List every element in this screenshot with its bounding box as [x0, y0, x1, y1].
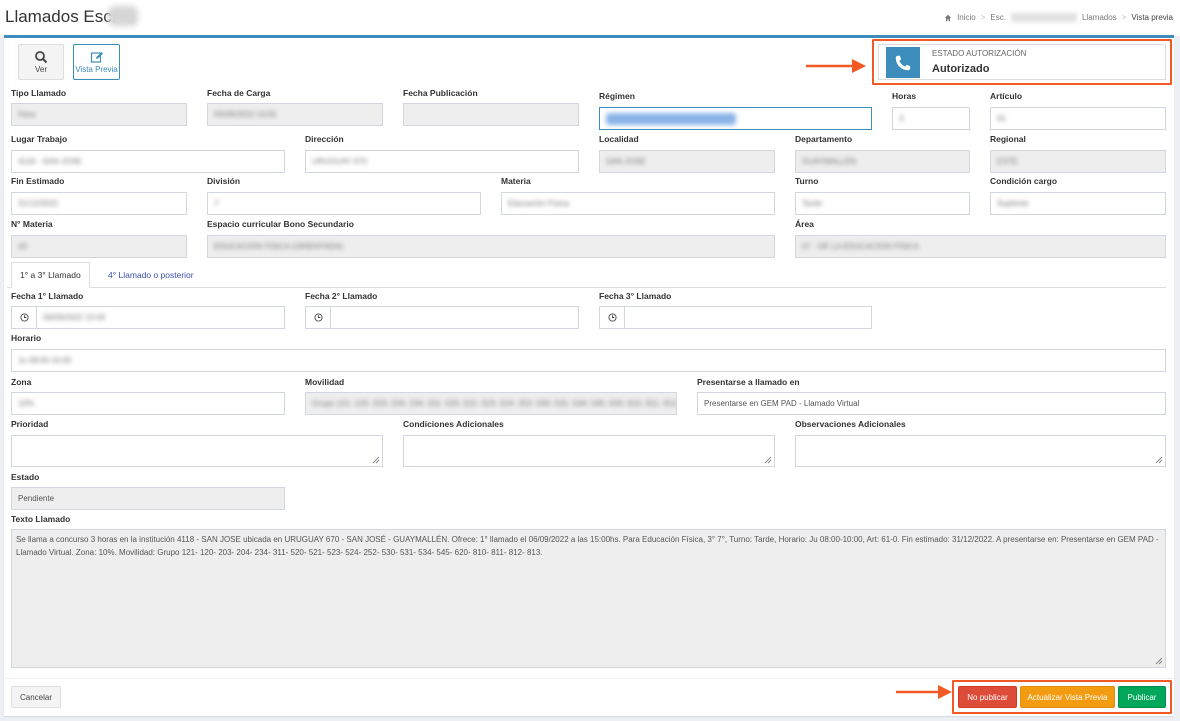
localidad-field: SAN JOSÉ: [599, 150, 775, 173]
fin-estimado-label: Fin Estimado: [11, 176, 65, 186]
breadcrumb-llamados[interactable]: Llamados: [1082, 13, 1117, 22]
n-materia-label: N° Materia: [11, 219, 53, 229]
espacio-curricular-label: Espacio curricular Bono Secundario: [207, 219, 354, 229]
lugar-trabajo-label: Lugar Trabajo: [11, 134, 68, 144]
fecha2-label: Fecha 2° Llamado: [305, 291, 378, 301]
texto-llamado-label: Texto Llamado: [11, 514, 71, 524]
direccion-input[interactable]: URUGUAY 670: [305, 150, 579, 173]
turno-input[interactable]: Tarde: [795, 192, 970, 215]
division-label: División: [207, 176, 241, 186]
annotation-arrow: [806, 59, 866, 73]
condicion-cargo-input[interactable]: Suplente: [990, 192, 1166, 215]
condiciones-textarea[interactable]: [403, 435, 775, 467]
llamado-tabs: 1° a 3° Llamado 4° Llamado o posterior: [7, 262, 1166, 288]
redacted-school-name: [108, 6, 138, 26]
resize-grip-icon: [372, 456, 380, 464]
movilidad-label: Movilidad: [305, 377, 345, 387]
zona-input[interactable]: 10%: [11, 392, 285, 415]
regimen-select[interactable]: [599, 107, 872, 130]
home-icon: [944, 14, 952, 21]
fecha-publicacion-field: [403, 103, 579, 126]
n-materia-field: 43: [11, 235, 187, 258]
direccion-label: Dirección: [305, 134, 344, 144]
vista-previa-button[interactable]: Vista Previa: [73, 44, 120, 80]
espacio-curricular-field: EDUCACIÓN FÍSICA (ORIENTADA): [207, 235, 775, 258]
breadcrumb-separator: >: [1121, 13, 1127, 22]
edit-icon: [90, 52, 103, 63]
zona-label: Zona: [11, 377, 32, 387]
cancel-button[interactable]: Cancelar: [11, 686, 61, 708]
horas-input[interactable]: 3: [892, 107, 970, 130]
texto-llamado-textarea: Se llama a concurso 3 horas en la instit…: [11, 529, 1166, 668]
area-label: Área: [795, 219, 814, 229]
resize-grip-icon: [764, 456, 772, 464]
estado-field: Pendiente: [11, 487, 285, 510]
prioridad-label: Prioridad: [11, 419, 49, 429]
fecha1-input[interactable]: 06/09/2022 15:00: [11, 306, 285, 329]
tab-1-3-llamado[interactable]: 1° a 3° Llamado: [11, 262, 90, 288]
condiciones-label: Condiciones Adicionales: [403, 419, 504, 429]
resize-grip-icon: [1155, 456, 1163, 464]
redacted-breadcrumb: [1010, 13, 1077, 22]
resize-grip-icon: [1155, 657, 1163, 665]
movilidad-field: Grupo 121- 120- 203- 204- 234- 311- 520-…: [305, 392, 677, 415]
regimen-label: Régimen: [599, 91, 635, 101]
fecha-publicacion-label: Fecha Publicación: [403, 88, 478, 98]
condicion-cargo-label: Condición cargo: [990, 176, 1058, 186]
ver-label: Ver: [34, 65, 47, 74]
area-field: 07 - DE LA EDUCACIÓN FÍSICA: [795, 235, 1166, 258]
highlight-box: [952, 680, 1172, 714]
turno-label: Turno: [795, 176, 819, 186]
top-bar: Llamados Esc. Inicio > Esc. Llamados > V…: [0, 0, 1180, 36]
fecha-carga-label: Fecha de Carga: [207, 88, 271, 98]
tipo-llamado-field: Hora: [11, 103, 187, 126]
vista-previa-label: Vista Previa: [75, 65, 118, 74]
breadcrumb: Inicio > Esc. Llamados > Vista previa: [944, 13, 1173, 22]
breadcrumb-home[interactable]: Inicio: [957, 13, 976, 22]
fin-estimado-input[interactable]: 31/12/2022: [11, 192, 187, 215]
tipo-llamado-label: Tipo Llamado: [11, 88, 67, 98]
fecha1-label: Fecha 1° Llamado: [11, 291, 84, 301]
ver-button[interactable]: Ver: [18, 44, 64, 80]
localidad-label: Localidad: [599, 134, 639, 144]
prioridad-textarea[interactable]: [11, 435, 383, 467]
search-icon: [35, 51, 48, 64]
horario-label: Horario: [11, 333, 42, 343]
departamento-label: Departamento: [795, 134, 853, 144]
regional-field: ESTE: [990, 150, 1166, 173]
texto-llamado-content: Se llama a concurso 3 horas en la instit…: [16, 535, 1159, 557]
clock-icon: [12, 307, 37, 328]
articulo-input[interactable]: 61: [990, 107, 1166, 130]
estado-label: Estado: [11, 472, 40, 482]
presentarse-label: Presentarse a llamado en: [697, 377, 800, 387]
fecha3-label: Fecha 3° Llamado: [599, 291, 672, 301]
regional-label: Regional: [990, 134, 1026, 144]
clock-icon: [306, 307, 331, 328]
departamento-field: GUAYMALLÉN: [795, 150, 970, 173]
materia-input[interactable]: Educación Física: [501, 192, 775, 215]
fecha3-input[interactable]: [599, 306, 872, 329]
form-footer: [4, 678, 1174, 679]
materia-label: Materia: [501, 176, 531, 186]
presentarse-input[interactable]: Presentarse en GEM PAD - Llamado Virtual: [697, 392, 1166, 415]
fecha2-input[interactable]: [305, 306, 579, 329]
horario-input[interactable]: Ju 08:00-10:00: [11, 349, 1166, 372]
clock-icon: [600, 307, 625, 328]
observaciones-textarea[interactable]: [795, 435, 1166, 467]
division-input[interactable]: 7: [207, 192, 481, 215]
fecha-carga-field: 05/09/2022 14:55: [207, 103, 383, 126]
horas-label: Horas: [892, 91, 917, 101]
highlight-box: [872, 39, 1172, 85]
tab-4-llamado[interactable]: 4° Llamado o posterior: [100, 262, 202, 288]
articulo-label: Artículo: [990, 91, 1023, 101]
breadcrumb-school[interactable]: Esc.: [990, 13, 1006, 22]
observaciones-label: Observaciones Adicionales: [795, 419, 906, 429]
redacted-selection: [606, 112, 736, 125]
annotation-arrow: [896, 685, 952, 699]
lugar-trabajo-input[interactable]: 4118 - SAN JOSE: [11, 150, 285, 173]
page-title: Llamados Esc.: [5, 7, 117, 26]
breadcrumb-current: Vista previa: [1131, 13, 1173, 22]
breadcrumb-separator: >: [980, 13, 986, 22]
